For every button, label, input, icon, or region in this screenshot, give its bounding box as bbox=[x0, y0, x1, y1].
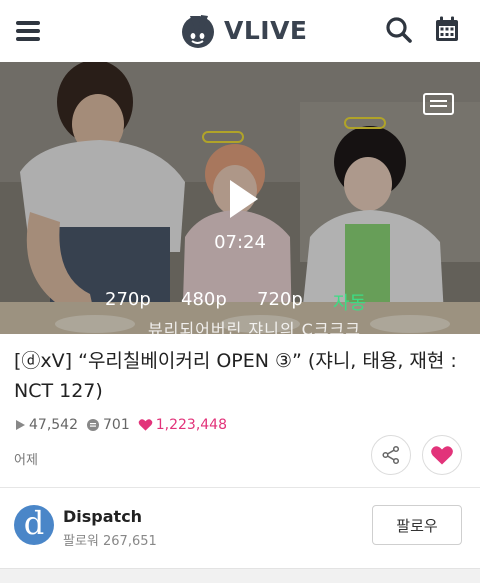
share-icon bbox=[382, 445, 400, 465]
menu-line bbox=[16, 21, 40, 25]
share-button[interactable] bbox=[371, 435, 411, 475]
quality-option-auto[interactable]: 자동 bbox=[333, 289, 366, 315]
quality-option-720p[interactable]: 720p bbox=[257, 289, 303, 310]
channel-follower-count: 팔로워 267,651 bbox=[63, 534, 157, 549]
like-count-value: 1,223,448 bbox=[155, 417, 227, 433]
subtitles-icon[interactable] bbox=[423, 93, 454, 115]
like-button[interactable] bbox=[422, 435, 462, 475]
heart-icon bbox=[138, 419, 153, 431]
play-count-icon bbox=[16, 420, 25, 430]
follow-button[interactable]: 팔로우 bbox=[372, 505, 462, 545]
vlive-logo[interactable]: VLIVE bbox=[178, 8, 308, 52]
view-count-value: 47,542 bbox=[29, 417, 78, 433]
section-divider bbox=[0, 487, 480, 488]
view-count: 47,542 bbox=[14, 417, 78, 433]
comment-icon bbox=[87, 419, 99, 431]
video-title: [ⓓxV] “우리칠베이커리 OPEN ③” (쟈니, 태용, 재현 : NCT… bbox=[14, 350, 457, 402]
video-subtitle-overlay: 뷰리되어버린 쟈니의 C크크크 bbox=[148, 320, 361, 334]
app-header: VLIVE bbox=[0, 0, 480, 62]
video-duration: 07:24 bbox=[214, 232, 266, 253]
channel-avatar-letter: d bbox=[23, 504, 45, 542]
hamburger-menu-icon[interactable] bbox=[16, 18, 42, 44]
heart-icon bbox=[431, 445, 453, 464]
video-player[interactable]: 07:24 270p 480p 720p 자동 뷰리되어버린 쟈니의 C크크크 bbox=[0, 62, 480, 334]
upload-date: 어제 bbox=[14, 453, 38, 468]
video-stats: 47,542 701 1,223,448 bbox=[14, 415, 235, 435]
quality-selector: 270p 480p 720p 자동 bbox=[0, 289, 480, 315]
calendar-icon[interactable] bbox=[432, 14, 462, 44]
quality-option-480p[interactable]: 480p bbox=[181, 289, 227, 310]
search-icon[interactable] bbox=[384, 15, 414, 45]
quality-option-270p[interactable]: 270p bbox=[105, 289, 151, 310]
like-count: 1,223,448 bbox=[138, 417, 227, 433]
menu-line bbox=[16, 29, 40, 33]
bottom-section-edge bbox=[0, 568, 480, 583]
brand-name: VLIVE bbox=[224, 15, 308, 45]
channel-name[interactable]: Dispatch bbox=[63, 507, 142, 526]
comment-count: 701 bbox=[86, 417, 130, 433]
comment-count-value: 701 bbox=[103, 417, 130, 433]
menu-line bbox=[16, 37, 40, 41]
play-icon[interactable] bbox=[218, 176, 264, 222]
v-hand-logo-icon bbox=[182, 15, 214, 48]
channel-avatar[interactable]: d bbox=[14, 505, 54, 545]
